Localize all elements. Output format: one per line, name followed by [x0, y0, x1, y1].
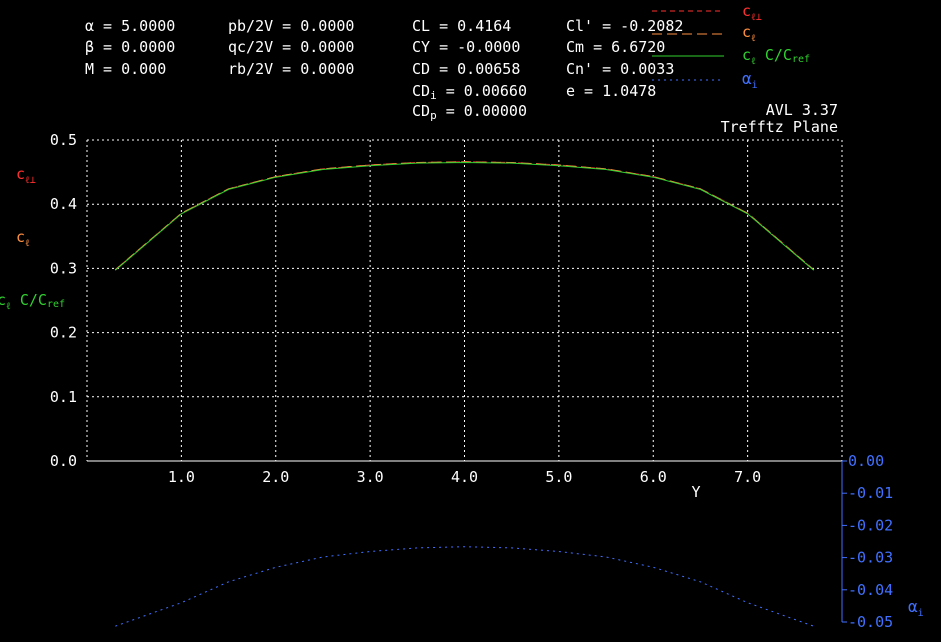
- coeff-cy: CY = -0.0000: [412, 38, 520, 56]
- param-mach: M = 0.000: [85, 60, 166, 78]
- coeff-cm: Cm = 6.6720: [566, 38, 665, 56]
- version-label: AVL 3.37: [766, 101, 838, 119]
- x-tick-label: 7.0: [734, 468, 761, 486]
- x-tick-label: 1.0: [168, 468, 195, 486]
- tick-labels: 0.0 0.1 0.2 0.3 0.4 0.5 1.0 2.0 3.0 4.0 5.0 6.0 7.0 0…: [50, 131, 893, 631]
- legend-label-alpha-i: αi: [742, 69, 758, 91]
- x-tick-label: 2.0: [262, 468, 289, 486]
- rate-qc: qc/2V = 0.0000: [228, 38, 354, 56]
- x-tick-label: 4.0: [451, 468, 478, 486]
- rate-rb: rb/2V = 0.0000: [228, 60, 354, 78]
- x-axis-title: Y: [691, 483, 700, 501]
- y-tick-label: 0.4: [50, 195, 77, 213]
- grid: [86, 139, 843, 462]
- legend-label-clc: cℓ C/Cref: [742, 46, 810, 67]
- rate-pb: pb/2V = 0.0000: [228, 17, 354, 35]
- coeff-cl-roll: Cl' = -0.2082: [566, 17, 683, 35]
- axis-label-cl-perp: cℓ⊥: [16, 165, 36, 186]
- series-line-alpha_i: [115, 546, 814, 627]
- y-tick-label: 0.0: [50, 452, 77, 470]
- x-tick-label: 3.0: [357, 468, 384, 486]
- param-beta: β = 0.0000: [85, 38, 175, 56]
- legend: cℓ⊥ cℓ cℓ C/Cref αi: [652, 2, 810, 91]
- view-label: Trefftz Plane: [721, 118, 838, 136]
- y-tick-label: 0.2: [50, 324, 77, 342]
- y-tick-label: 0.3: [50, 259, 77, 277]
- legend-label-cl: cℓ: [742, 23, 756, 44]
- y2-axis-title: αi: [908, 597, 924, 619]
- y2-tick-label: -0.05: [848, 613, 893, 631]
- coeff-cl: CL = 0.4164: [412, 17, 511, 35]
- axis-label-cl: cℓ: [16, 228, 30, 249]
- y2-tick-label: -0.04: [848, 581, 893, 599]
- coeff-e: e = 1.0478: [566, 82, 656, 100]
- coeff-cn: Cn' = 0.0033: [566, 60, 674, 78]
- y2-tick-label: -0.03: [848, 549, 893, 567]
- y2-tick-label: -0.01: [848, 484, 893, 502]
- legend-label-cl-perp: cℓ⊥: [742, 2, 762, 23]
- x-tick-label: 6.0: [640, 468, 667, 486]
- y-tick-label: 0.5: [50, 131, 77, 149]
- coeff-cd: CD = 0.00658: [412, 60, 520, 78]
- y2-tick-label: 0.00: [848, 452, 884, 470]
- y2-tick-label: -0.02: [848, 516, 893, 534]
- axis-label-clc: cℓ C/Cref: [0, 291, 65, 312]
- trefftz-plot: α = 5.0000 β = 0.0000 M = 0.000 pb/2V = …: [0, 2, 924, 631]
- coeff-cdp: CDp = 0.00000: [412, 102, 527, 122]
- param-alpha: α = 5.0000: [85, 17, 175, 35]
- coeff-cdi: CDi = 0.00660: [412, 82, 527, 102]
- x-tick-label: 5.0: [545, 468, 572, 486]
- y-tick-label: 0.1: [50, 388, 77, 406]
